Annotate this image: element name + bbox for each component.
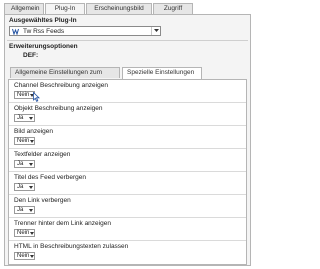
setting-select[interactable]: Ja	[14, 114, 35, 122]
setting-select[interactable]: Nein	[14, 137, 35, 145]
plugin-select[interactable]: Tw Rss Feeds	[9, 26, 161, 36]
chevron-down-icon	[28, 208, 34, 212]
rss-plugin-icon	[11, 27, 20, 35]
divider	[7, 40, 248, 41]
setting-value: Ja	[17, 183, 24, 190]
setting-value: Nein	[17, 252, 30, 259]
setting-select[interactable]: Nein	[14, 252, 35, 260]
plugin-panel: Ausgewähltes Plug-In Tw Rss Feeds Erweit…	[4, 14, 251, 266]
setting-value: Ja	[17, 206, 24, 213]
subtab-special-settings[interactable]: Spezielle Einstellungen	[122, 67, 202, 79]
subtab-general-settings[interactable]: Allgemeine Einstellungen zum Feed	[10, 67, 120, 86]
setting-select[interactable]: Ja	[14, 183, 35, 191]
setting-select[interactable]: Nein	[14, 229, 35, 237]
setting-value: Ja	[17, 160, 24, 167]
plugin-select-value: Tw Rss Feeds	[23, 27, 65, 35]
extension-options-label: Erweiterungsoptionen	[9, 43, 78, 50]
mouse-pointer-icon	[33, 91, 40, 104]
setting-label: Titel des Feed verbergen	[14, 174, 87, 181]
setting-label: Den Link verbergen	[14, 197, 71, 204]
setting-row: Den Link verbergen Ja	[9, 195, 246, 218]
chevron-down-icon	[28, 162, 34, 166]
chevron-down-icon	[29, 139, 34, 143]
setting-label: Textfelder anzeigen	[14, 151, 71, 158]
chevron-down-icon	[29, 254, 34, 258]
setting-label: Bild anzeigen	[14, 128, 54, 135]
tab-erscheinungsbild[interactable]: Erscheinungsbild	[86, 3, 152, 14]
tab-zugriff[interactable]: Zugriff	[153, 3, 193, 14]
special-settings-panel: Channel Beschreibung anzeigen Nein Objek…	[8, 79, 247, 265]
selected-plugin-label: Ausgewähltes Plug-In	[9, 17, 77, 24]
setting-value: Nein	[17, 137, 30, 144]
setting-row: Titel des Feed verbergen Ja	[9, 172, 246, 195]
settings-subtabs: Allgemeine Einstellungen zum Feed Spezie…	[10, 67, 204, 86]
setting-row: HTML in Beschreibungstexten zulassen Nei…	[9, 241, 246, 264]
setting-select[interactable]: Ja	[14, 206, 35, 214]
chevron-down-icon	[29, 231, 34, 235]
setting-label: HTML in Beschreibungstexten zulassen	[14, 243, 129, 250]
setting-label: Trenner hinter dem Link anzeigen	[14, 220, 111, 227]
chevron-down-icon	[28, 185, 34, 189]
setting-row: Channel Beschreibung anzeigen Nein	[9, 80, 246, 103]
setting-row: Trenner hinter dem Link anzeigen Nein	[9, 218, 246, 241]
setting-label: Channel Beschreibung anzeigen	[14, 82, 108, 89]
setting-label: Objekt Beschreibung anzeigen	[14, 105, 103, 112]
setting-value: Nein	[17, 229, 30, 236]
chevron-down-icon	[28, 116, 34, 120]
setting-row: Textfelder anzeigen Ja	[9, 149, 246, 172]
chevron-down-icon[interactable]	[151, 27, 160, 35]
setting-row: Bild anzeigen Nein	[9, 126, 246, 149]
setting-row: Objekt Beschreibung anzeigen Ja	[9, 103, 246, 126]
def-label: DEF:	[23, 52, 39, 59]
setting-select[interactable]: Ja	[14, 160, 35, 168]
setting-value: Ja	[17, 114, 24, 121]
tab-allgemein[interactable]: Allgemein	[4, 3, 44, 14]
setting-value: Nein	[17, 91, 30, 98]
setting-select[interactable]: Nein	[14, 91, 35, 99]
